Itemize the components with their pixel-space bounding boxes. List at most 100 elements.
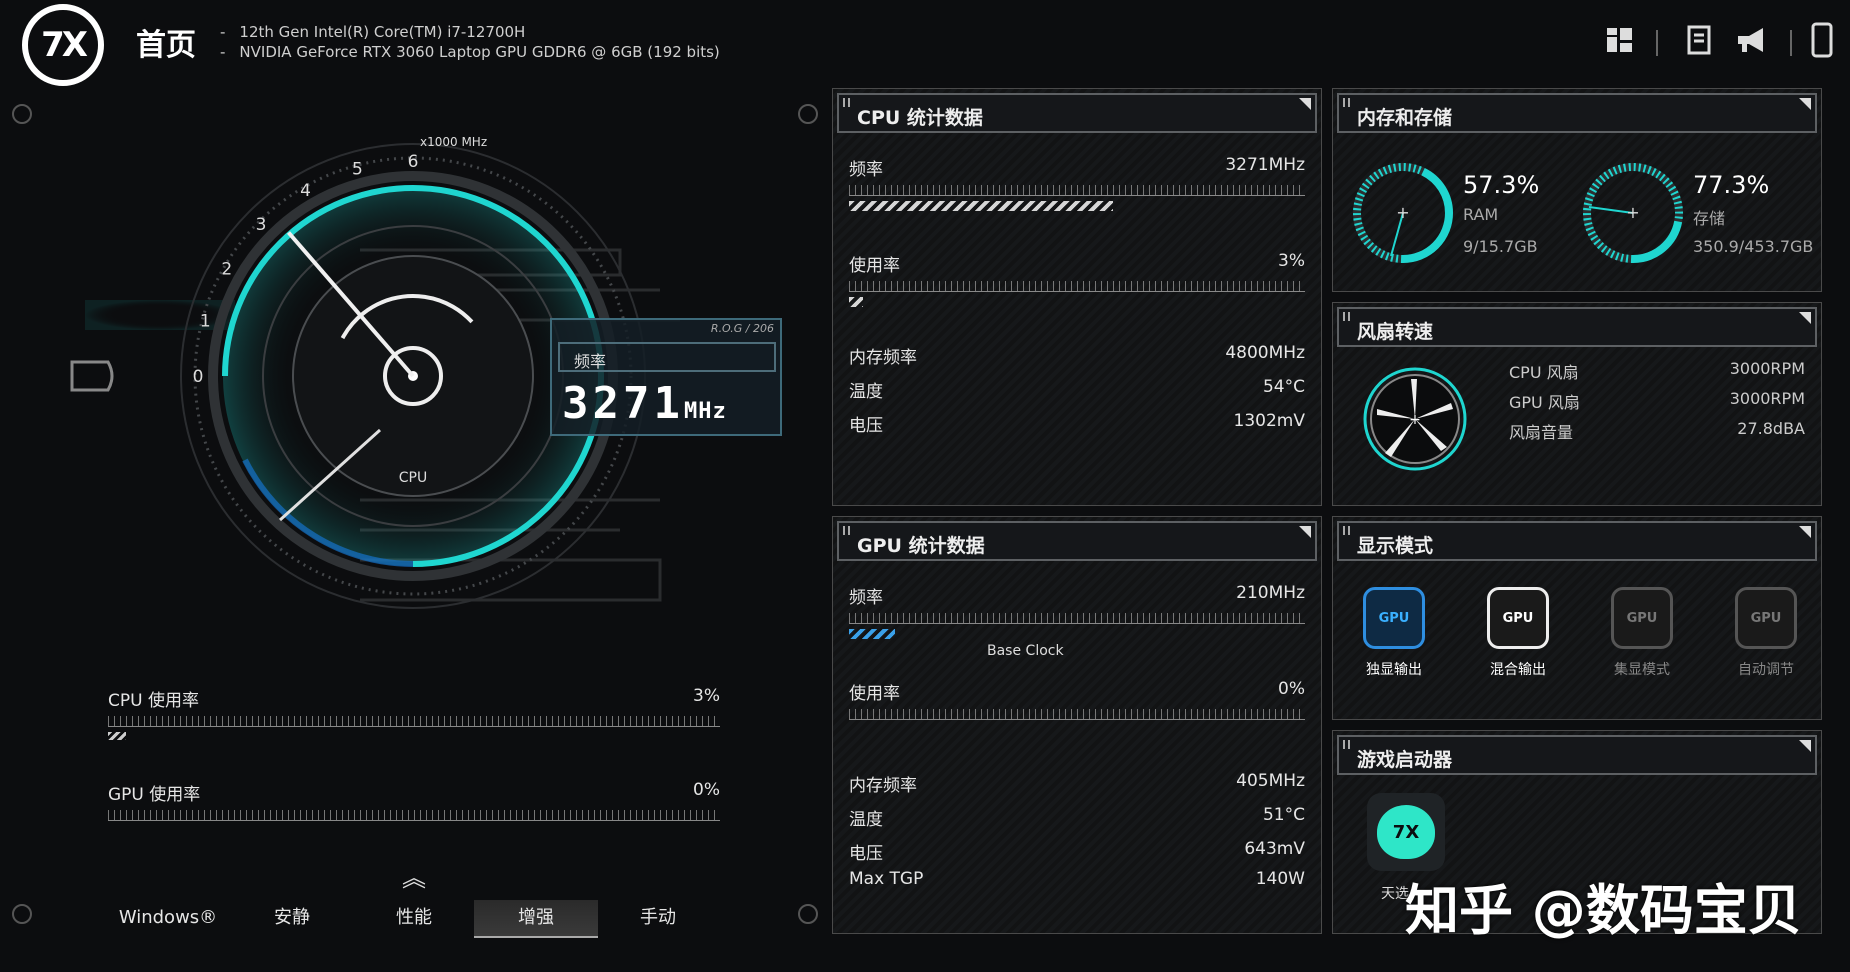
gpu-usage-label: GPU 使用率 bbox=[108, 785, 201, 805]
svg-text:+: + bbox=[1409, 412, 1421, 428]
row-label: CPU 风扇 bbox=[1509, 363, 1579, 382]
mode-turbo[interactable]: 增强 bbox=[474, 900, 598, 938]
cpu-usage-bar bbox=[108, 732, 126, 740]
gpu-tgp-row: Max TGP 140W bbox=[849, 869, 1305, 893]
cpu-memfreq-row: 内存频率 4800MHz bbox=[849, 343, 1305, 368]
gpu-icon: GPU bbox=[1487, 587, 1549, 649]
row-label: 电压 bbox=[849, 416, 883, 436]
row-value: 3% bbox=[1278, 251, 1305, 271]
row-label: 风扇音量 bbox=[1509, 423, 1574, 442]
row-value: 51°C bbox=[1262, 805, 1305, 825]
display-mode-label: 集显模式 bbox=[1614, 662, 1670, 678]
display-mode-hybrid[interactable]: GPU 混合输出 bbox=[1463, 587, 1573, 679]
row-label: 内存频率 bbox=[849, 348, 917, 368]
cpu-usage-bar bbox=[849, 297, 863, 307]
row-label: 频率 bbox=[849, 160, 883, 180]
chevron-up-icon[interactable]: ︽ bbox=[402, 858, 426, 893]
fan-icon: + bbox=[1363, 367, 1467, 471]
cpu-model: 12th Gen Intel(R) Core(TM) i7-12700H bbox=[220, 22, 720, 42]
watermark: 知乎 @数码宝贝 bbox=[1405, 879, 1802, 942]
gpu-stats-panel: GPU 统计数据 频率 210MHz Base Clock 使用率 0% 内存频… bbox=[832, 516, 1322, 934]
panel-title: GPU 统计数据 bbox=[857, 535, 985, 557]
gauge-tick-label: 5 bbox=[352, 159, 363, 179]
memory-storage-panel: 内存和存储 + 57.3% RAM 9/15.7GB + 77.3% 存储 35… bbox=[1332, 88, 1822, 292]
cpu-usage-ruler bbox=[108, 716, 720, 727]
announcement-icon[interactable] bbox=[1732, 20, 1772, 60]
gauge-scale-unit: x1000 MHz bbox=[420, 135, 487, 149]
layout-icon[interactable] bbox=[1600, 20, 1640, 60]
gpu-frequency-row: 频率 210MHz bbox=[849, 583, 1305, 608]
panel-title: 内存和存储 bbox=[1357, 107, 1453, 129]
row-label: 频率 bbox=[849, 588, 883, 608]
row-label: 内存频率 bbox=[849, 776, 917, 796]
row-value: 643mV bbox=[1244, 839, 1305, 859]
tianxuan-app-icon[interactable]: 7X bbox=[1367, 793, 1445, 871]
gpu-temp-row: 温度 51°C bbox=[849, 805, 1305, 830]
header-divider bbox=[1656, 30, 1658, 56]
display-mode-panel: 显示模式 GPU 独显输出 GPU 混合输出 GPU 集显模式 GPU 自动调节 bbox=[1332, 516, 1822, 720]
gauge-tick-label: 6 bbox=[408, 152, 419, 172]
gpu-frequency-bar bbox=[849, 629, 895, 639]
cpu-temp-row: 温度 54°C bbox=[849, 377, 1305, 402]
row-value: 3000RPM bbox=[1729, 359, 1805, 378]
bolt-icon bbox=[798, 104, 818, 124]
cpu-frequency-row: 频率 3271MHz bbox=[849, 155, 1305, 180]
gpu-leaf-icon: GPU bbox=[1611, 587, 1673, 649]
row-value: 27.8dBA bbox=[1737, 419, 1805, 438]
ram-detail: 9/15.7GB bbox=[1463, 237, 1538, 256]
gpu-usage-value: 0% bbox=[693, 780, 720, 800]
mode-silent[interactable]: 安静 bbox=[230, 900, 354, 936]
mode-windows[interactable]: Windows® bbox=[106, 900, 230, 936]
gpu-frequency-ruler bbox=[849, 613, 1305, 624]
gauge-tick-label: 4 bbox=[300, 181, 311, 201]
panel-header: 游戏启动器 bbox=[1337, 735, 1817, 775]
gpu-fan-row: GPU 风扇 3000RPM bbox=[1509, 389, 1805, 413]
svg-text:+: + bbox=[1396, 203, 1409, 222]
cpu-usage-ruler bbox=[849, 281, 1305, 292]
ram-label: RAM bbox=[1463, 205, 1499, 224]
panel-header: GPU 统计数据 bbox=[837, 521, 1317, 561]
storage-ring: + bbox=[1583, 163, 1683, 263]
notes-icon[interactable] bbox=[1680, 20, 1720, 60]
mode-performance[interactable]: 性能 bbox=[352, 900, 476, 936]
row-value: 3000RPM bbox=[1729, 389, 1805, 408]
cpu-frequency-ruler bbox=[849, 185, 1305, 196]
row-value: 0% bbox=[1278, 679, 1305, 699]
display-mode-auto[interactable]: GPU 自动调节 bbox=[1711, 587, 1821, 679]
cpu-fan-row: CPU 风扇 3000RPM bbox=[1509, 359, 1805, 383]
frequency-value: 3271MHz bbox=[562, 378, 727, 429]
cpu-frequency-bar bbox=[849, 201, 1114, 211]
cpu-voltage-row: 电压 1302mV bbox=[849, 411, 1305, 436]
fan-noise-row: 风扇音量 27.8dBA bbox=[1509, 419, 1805, 443]
display-mode-label: 混合输出 bbox=[1490, 662, 1546, 678]
gpu-usage-ruler bbox=[108, 810, 720, 821]
rog-tag: R.O.G / 206 bbox=[710, 322, 774, 335]
panel-header: 显示模式 bbox=[1337, 521, 1817, 561]
gpu-icon: GPU bbox=[1363, 587, 1425, 649]
base-clock-label: Base Clock bbox=[987, 643, 1064, 659]
panel-header: 内存和存储 bbox=[1337, 93, 1817, 133]
display-mode-igpu[interactable]: GPU 集显模式 bbox=[1587, 587, 1697, 679]
gauge-center-label: CPU bbox=[399, 470, 427, 486]
bolt-icon bbox=[798, 904, 818, 924]
row-value: 54°C bbox=[1262, 377, 1305, 397]
row-value: 3271MHz bbox=[1225, 155, 1305, 175]
gpu-auto-icon: GPU bbox=[1735, 587, 1797, 649]
row-value: 210MHz bbox=[1236, 583, 1305, 603]
frequency-number: 3271 bbox=[562, 378, 684, 429]
frequency-label: 频率 bbox=[574, 352, 607, 371]
cpu-usage-value: 3% bbox=[693, 686, 720, 706]
row-label: 温度 bbox=[849, 810, 883, 830]
panel-header: CPU 统计数据 bbox=[837, 93, 1317, 133]
page-title: 首页 bbox=[136, 28, 196, 63]
ram-ring: + bbox=[1353, 163, 1453, 263]
display-mode-dgpu[interactable]: GPU 独显输出 bbox=[1339, 587, 1449, 679]
mode-manual[interactable]: 手动 bbox=[596, 900, 720, 936]
phone-icon[interactable] bbox=[1802, 20, 1842, 60]
row-label: GPU 风扇 bbox=[1509, 393, 1580, 412]
row-label: 电压 bbox=[849, 844, 883, 864]
bolt-icon bbox=[12, 104, 32, 124]
panel-title: 游戏启动器 bbox=[1357, 749, 1453, 771]
gauge-tick-label: 1 bbox=[200, 311, 211, 331]
gpu-usage-ruler bbox=[849, 709, 1305, 720]
